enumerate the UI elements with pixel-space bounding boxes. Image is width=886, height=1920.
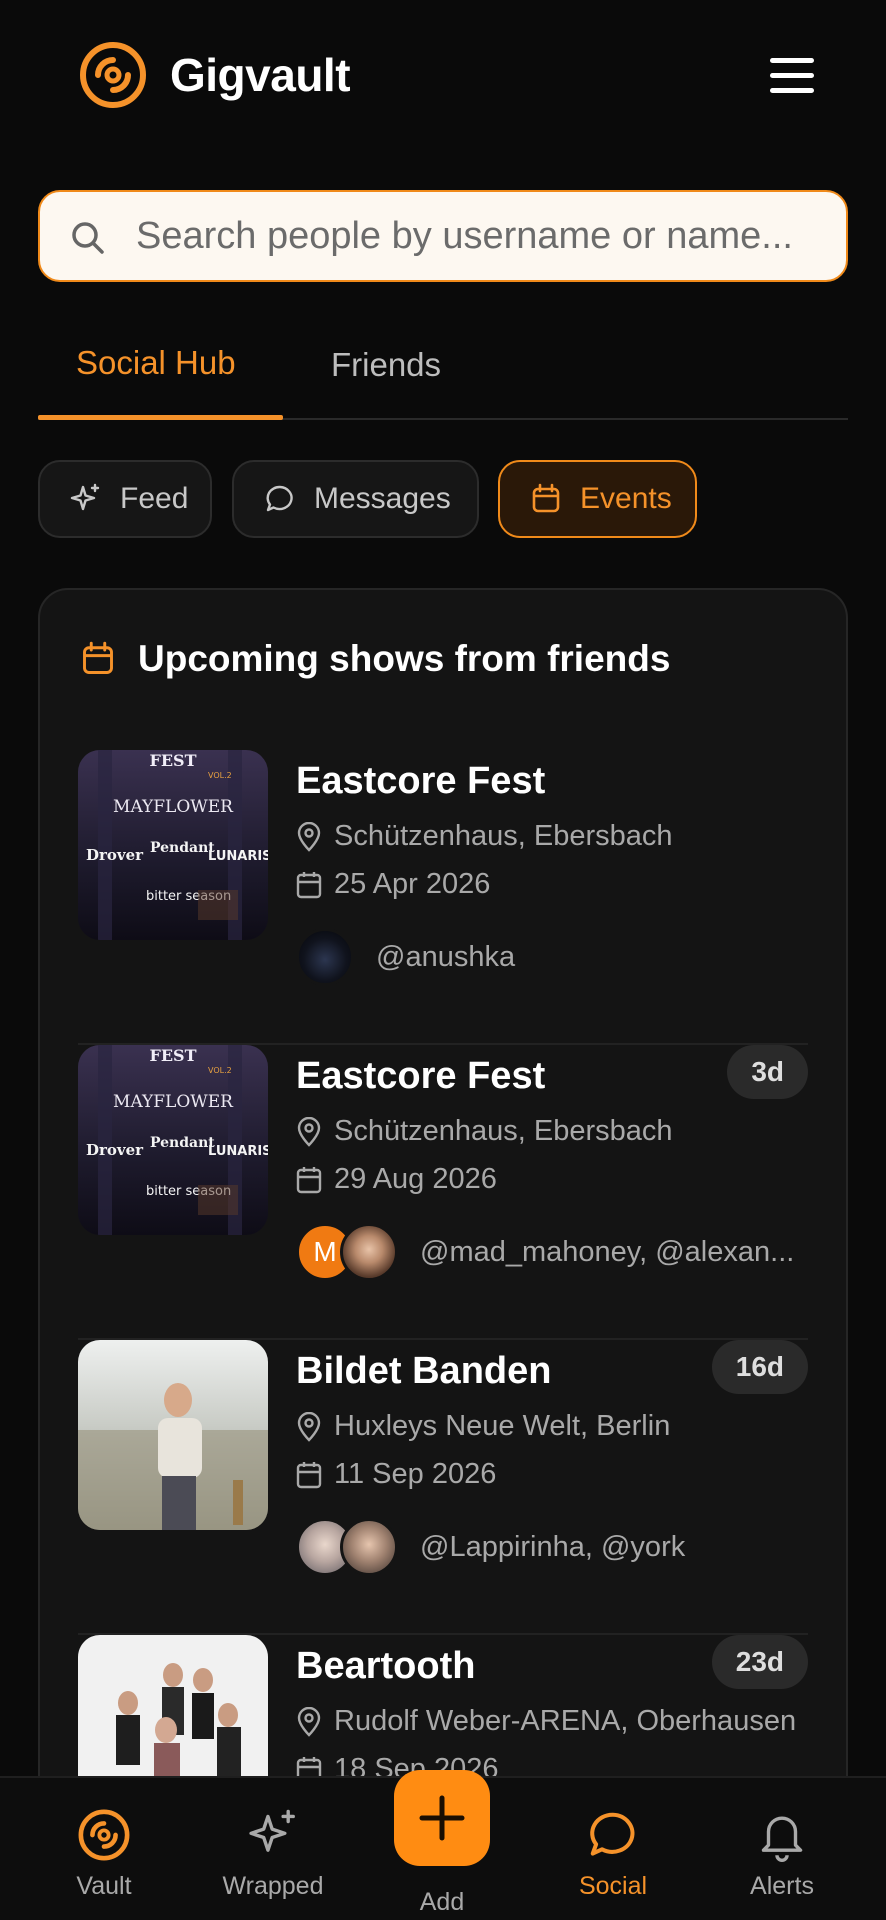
event-date: 25 Apr 2026 xyxy=(296,868,490,901)
event-date: 29 Aug 2026 xyxy=(296,1163,497,1196)
nav-wrapped[interactable]: Wrapped xyxy=(203,1808,343,1901)
nav-alerts[interactable]: Alerts xyxy=(712,1808,852,1901)
avatar xyxy=(340,1518,398,1576)
event-date: 11 Sep 2026 xyxy=(296,1458,496,1491)
calendar-icon xyxy=(83,641,113,674)
date-text: 29 Aug 2026 xyxy=(334,1163,497,1195)
nav-vault[interactable]: Vault xyxy=(34,1808,174,1901)
chat-bubble-icon xyxy=(590,1812,635,1856)
svg-text:VOL.2: VOL.2 xyxy=(208,1066,232,1075)
event-photo-image xyxy=(78,1340,268,1530)
app-title: Gigvault xyxy=(170,49,351,101)
friend-usernames: @mad_mahoney, @alexan... xyxy=(420,1235,795,1268)
svg-text:Drover: Drover xyxy=(86,1141,144,1159)
event-venue: Rudolf Weber-ARENA, Oberhausen xyxy=(296,1705,796,1738)
venue-text: Huxleys Neue Welt, Berlin xyxy=(334,1410,671,1442)
tab-friends[interactable]: Friends xyxy=(331,346,441,384)
map-pin-icon xyxy=(297,821,321,852)
event-name: Beartooth xyxy=(296,1645,476,1687)
app-header: Gigvault xyxy=(0,0,886,160)
calendar-icon xyxy=(532,483,560,513)
svg-text:Pendant: Pendant xyxy=(150,1135,215,1151)
event-name: Eastcore Fest xyxy=(296,760,546,802)
chat-bubble-icon xyxy=(266,485,293,512)
sparkle-icon xyxy=(249,1809,295,1852)
bottom-navigation: Vault Wrapped Add Social Alerts xyxy=(0,1770,886,1920)
chip-events[interactable]: Events xyxy=(498,460,697,538)
svg-text:FEST: FEST xyxy=(149,1046,196,1065)
event-venue: Schützenhaus, Ebersbach xyxy=(296,1115,673,1148)
venue-text: Schützenhaus, Ebersbach xyxy=(334,1115,673,1147)
venue-text: Rudolf Weber-ARENA, Oberhausen xyxy=(334,1705,797,1737)
svg-text:VOL.2: VOL.2 xyxy=(208,771,232,780)
vinyl-icon xyxy=(78,1809,130,1861)
friend-usernames: @Lappirinha, @york xyxy=(420,1530,686,1563)
days-until-badge: 3d xyxy=(727,1045,808,1099)
hamburger-menu-icon[interactable] xyxy=(770,58,816,98)
nav-label: Wrapped xyxy=(222,1872,324,1900)
chip-label: Events xyxy=(580,482,672,515)
search-bar xyxy=(38,190,848,282)
event-name: Bildet Banden xyxy=(296,1350,552,1392)
friend-avatars[interactable]: @Lappirinha, @york xyxy=(296,1518,685,1576)
event-venue: Huxleys Neue Welt, Berlin xyxy=(296,1410,670,1443)
event-poster-image: FEST VOL.2 MAYFLOWER Drover Pendant LUNA… xyxy=(78,1045,268,1235)
event-poster-image: FEST VOL.2 MAYFLOWER Drover Pendant LUNA… xyxy=(78,750,268,940)
chip-messages[interactable]: Messages xyxy=(232,460,479,538)
event-name: Eastcore Fest xyxy=(296,1055,546,1097)
add-button[interactable] xyxy=(394,1770,490,1866)
chip-label: Feed xyxy=(120,482,189,515)
svg-text:LUNARIS: LUNARIS xyxy=(208,849,268,864)
avatar-initial: M xyxy=(313,1236,337,1267)
event-venue: Schützenhaus, Ebersbach xyxy=(296,820,673,853)
event-row[interactable]: Bildet Banden 16d Huxleys Neue Welt, Ber… xyxy=(78,1340,808,1635)
nav-label: Alerts xyxy=(750,1872,814,1900)
event-row[interactable]: FEST VOL.2 MAYFLOWER Drover Pendant LUNA… xyxy=(78,750,808,1045)
svg-text:Drover: Drover xyxy=(86,846,144,864)
avatar xyxy=(340,1223,398,1281)
friend-avatars[interactable]: @anushka xyxy=(296,928,515,986)
friend-avatars[interactable]: M @mad_mahoney, @alexan... xyxy=(296,1223,794,1281)
calendar-icon xyxy=(296,1461,322,1488)
search-icon xyxy=(72,222,104,254)
vinyl-logo-icon[interactable] xyxy=(78,40,148,110)
calendar-icon xyxy=(296,871,322,898)
calendar-icon xyxy=(296,1166,322,1193)
svg-text:MAYFLOWER: MAYFLOWER xyxy=(113,797,234,817)
days-until-badge: 16d xyxy=(711,1340,808,1394)
nav-label: Add xyxy=(419,1888,465,1916)
svg-text:Pendant: Pendant xyxy=(150,840,215,856)
sparkle-icon xyxy=(70,483,100,511)
svg-text:MAYFLOWER: MAYFLOWER xyxy=(113,1092,234,1112)
nav-social[interactable]: Social xyxy=(543,1808,683,1901)
date-text: 25 Apr 2026 xyxy=(334,868,491,900)
venue-text: Schützenhaus, Ebersbach xyxy=(334,820,673,852)
search-input[interactable] xyxy=(136,192,836,280)
active-tab-indicator xyxy=(38,415,283,420)
plus-icon xyxy=(419,1795,465,1841)
map-pin-icon xyxy=(297,1706,321,1737)
event-row[interactable]: FEST VOL.2 MAYFLOWER Drover Pendant LUNA… xyxy=(78,1045,808,1340)
bell-icon xyxy=(761,1816,803,1862)
upcoming-shows-card: Upcoming shows from friends FEST VOL.2 M… xyxy=(38,588,848,1920)
friend-usernames: @anushka xyxy=(376,940,516,973)
map-pin-icon xyxy=(297,1116,321,1147)
nav-label: Vault xyxy=(76,1872,132,1900)
card-title: Upcoming shows from friends xyxy=(138,638,671,679)
nav-label: Social xyxy=(578,1872,648,1900)
avatar xyxy=(296,928,354,986)
hub-tabs: Social Hub Friends xyxy=(38,320,848,420)
tab-social-hub[interactable]: Social Hub xyxy=(76,344,236,382)
map-pin-icon xyxy=(297,1411,321,1442)
svg-text:FEST: FEST xyxy=(149,751,196,770)
date-text: 11 Sep 2026 xyxy=(334,1458,497,1490)
chip-feed[interactable]: Feed xyxy=(38,460,212,538)
svg-text:LUNARIS: LUNARIS xyxy=(208,1144,268,1159)
card-header: Upcoming shows from friends xyxy=(80,638,670,680)
chip-label: Messages xyxy=(314,482,451,515)
days-until-badge: 23d xyxy=(711,1635,808,1689)
